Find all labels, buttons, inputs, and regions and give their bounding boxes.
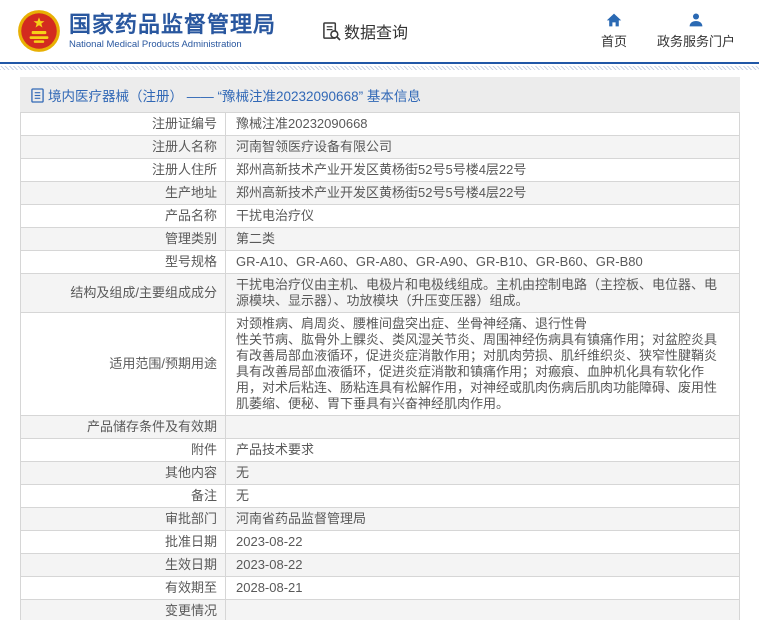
table-row: 型号规格 GR-A10、GR-A60、GR-A80、GR-A90、GR-B10、…: [20, 250, 740, 274]
row-label: 适用范围/预期用途: [20, 312, 226, 416]
row-value: 干扰电治疗仪由主机、电极片和电极线组成。主机由控制电路（主控板、电位器、电源模块…: [225, 273, 740, 313]
row-label: 生效日期: [20, 553, 226, 577]
nav-item-home[interactable]: 首页: [601, 12, 627, 50]
document-icon: [31, 87, 44, 103]
breadcrumb: 境内医疗器械（注册） —— “豫械注准20232090668” 基本信息: [20, 77, 740, 112]
row-label-text: 适用范围/预期用途: [109, 356, 217, 371]
row-label: 批准日期: [20, 530, 226, 554]
person-icon: [689, 13, 703, 27]
table-row: 注册人住所 郑州高新技术产业开发区黄杨街52号5号楼4层22号: [20, 158, 740, 182]
row-label: 有效期至: [20, 576, 226, 600]
row-label: 备注: [20, 484, 226, 508]
row-label-text: 结构及组成/主要组成成分: [70, 285, 217, 300]
row-label: 变更情况: [20, 599, 226, 620]
site-header: 国家药品监督管理局 National Medical Products Admi…: [0, 0, 759, 62]
table-row: 批准日期 2023-08-22: [20, 530, 740, 554]
row-label-text: 生产地址: [164, 185, 217, 200]
table-row: 适用范围/预期用途 对颈椎病、肩周炎、腰椎间盘突出症、坐骨神经痛、退行性骨 性关…: [20, 312, 740, 416]
row-value: 2023-08-22: [225, 553, 740, 577]
row-value: 郑州高新技术产业开发区黄杨街52号5号楼4层22号: [225, 181, 740, 205]
info-table-body: 注册证编号 豫械注准20232090668 注册人名称 河南智领医疗设备有限公司…: [20, 112, 740, 620]
row-label: 其他内容: [20, 461, 226, 485]
table-row: 生效日期 2023-08-22: [20, 553, 740, 577]
row-label-text: 批准日期: [164, 534, 217, 549]
table-row: 管理类别 第二类: [20, 227, 740, 251]
site-logo[interactable]: 国家药品监督管理局 National Medical Products Admi…: [16, 8, 276, 54]
header-divider-line: [0, 62, 759, 64]
row-label-text: 注册人名称: [151, 139, 217, 154]
row-label-text: 附件: [190, 442, 217, 457]
row-label-text: 注册证编号: [151, 116, 217, 131]
table-row: 产品名称 干扰电治疗仪: [20, 204, 740, 228]
row-value: 第二类: [225, 227, 740, 251]
row-value: 对颈椎病、肩周炎、腰椎间盘突出症、坐骨神经痛、退行性骨 性关节病、肱骨外上髁炎、…: [225, 312, 740, 416]
table-row: 有效期至 2028-08-21: [20, 576, 740, 600]
row-label-text: 其他内容: [164, 465, 217, 480]
row-value: 干扰电治疗仪: [225, 204, 740, 228]
row-label: 附件: [20, 438, 226, 462]
org-title-block: 国家药品监督管理局 National Medical Products Admi…: [69, 11, 277, 50]
row-label: 产品名称: [20, 204, 226, 228]
row-label: 管理类别: [20, 227, 226, 251]
data-query-nav[interactable]: 数据查询: [322, 19, 408, 43]
org-name-en: National Medical Products Administration: [69, 38, 242, 50]
table-row: 生产地址 郑州高新技术产业开发区黄杨街52号5号楼4层22号: [20, 181, 740, 205]
document-search-icon: [323, 21, 341, 41]
registration-info-table: 注册证编号 豫械注准20232090668 注册人名称 河南智领医疗设备有限公司…: [20, 112, 740, 620]
row-value: [225, 599, 740, 620]
org-name-cn: 国家药品监督管理局: [69, 11, 277, 37]
table-row: 其他内容 无: [20, 461, 740, 485]
row-label-text: 生效日期: [164, 557, 217, 572]
row-label: 注册证编号: [20, 112, 226, 136]
row-value: 无: [225, 484, 740, 508]
top-nav: 首页 政务服务门户: [601, 12, 735, 50]
row-label: 审批部门: [20, 507, 226, 531]
table-row: 注册人名称 河南智领医疗设备有限公司: [20, 135, 740, 159]
header-hatch-line: [0, 66, 759, 70]
row-label-text: 有效期至: [164, 580, 217, 595]
row-label-text: 变更情况: [164, 603, 217, 618]
row-value: 郑州高新技术产业开发区黄杨街52号5号楼4层22号: [225, 158, 740, 182]
breadcrumb-text: 境内医疗器械（注册） —— “豫械注准20232090668” 基本信息: [48, 89, 421, 104]
row-label-text: 产品储存条件及有效期: [86, 419, 217, 434]
row-label: 型号规格: [20, 250, 226, 274]
table-row: 附件 产品技术要求: [20, 438, 740, 462]
nav-item-portal[interactable]: 政务服务门户: [657, 12, 735, 50]
table-row: 审批部门 河南省药品监督管理局: [20, 507, 740, 531]
home-icon: [606, 13, 622, 27]
row-label-text: 审批部门: [164, 511, 217, 526]
main-content: 境内医疗器械（注册） —— “豫械注准20232090668” 基本信息 注册证…: [20, 77, 740, 620]
table-row: 结构及组成/主要组成成分 干扰电治疗仪由主机、电极片和电极线组成。主机由控制电路…: [20, 273, 740, 313]
row-label-text: 管理类别: [164, 231, 217, 246]
row-label: 产品储存条件及有效期: [20, 415, 226, 439]
nav-portal-label: 政务服务门户: [656, 34, 735, 49]
row-value: 2028-08-21: [225, 576, 740, 600]
table-row: 备注 无: [20, 484, 740, 508]
row-value: 河南省药品监督管理局: [225, 507, 740, 531]
table-row: 变更情况: [20, 599, 740, 620]
row-value: 豫械注准20232090668: [225, 112, 740, 136]
row-label-text: 备注: [190, 488, 217, 503]
table-row: 产品储存条件及有效期: [20, 415, 740, 439]
row-value: 无: [225, 461, 740, 485]
row-label-text: 注册人住所: [151, 162, 217, 177]
table-row: 注册证编号 豫械注准20232090668: [20, 112, 740, 136]
row-label: 注册人名称: [20, 135, 226, 159]
row-value: 2023-08-22: [225, 530, 740, 554]
row-value: 河南智领医疗设备有限公司: [225, 135, 740, 159]
national-emblem-icon: [18, 10, 60, 52]
row-value: [225, 415, 740, 439]
data-query-label: 数据查询: [344, 25, 409, 42]
row-label: 结构及组成/主要组成成分: [20, 273, 226, 313]
row-label: 生产地址: [20, 181, 226, 205]
nav-home-label: 首页: [600, 34, 627, 49]
row-value: 产品技术要求: [225, 438, 740, 462]
row-value: GR-A10、GR-A60、GR-A80、GR-A90、GR-B10、GR-B6…: [225, 250, 740, 274]
row-label-text: 产品名称: [164, 208, 217, 223]
row-label-text: 型号规格: [164, 254, 217, 269]
row-label: 注册人住所: [20, 158, 226, 182]
